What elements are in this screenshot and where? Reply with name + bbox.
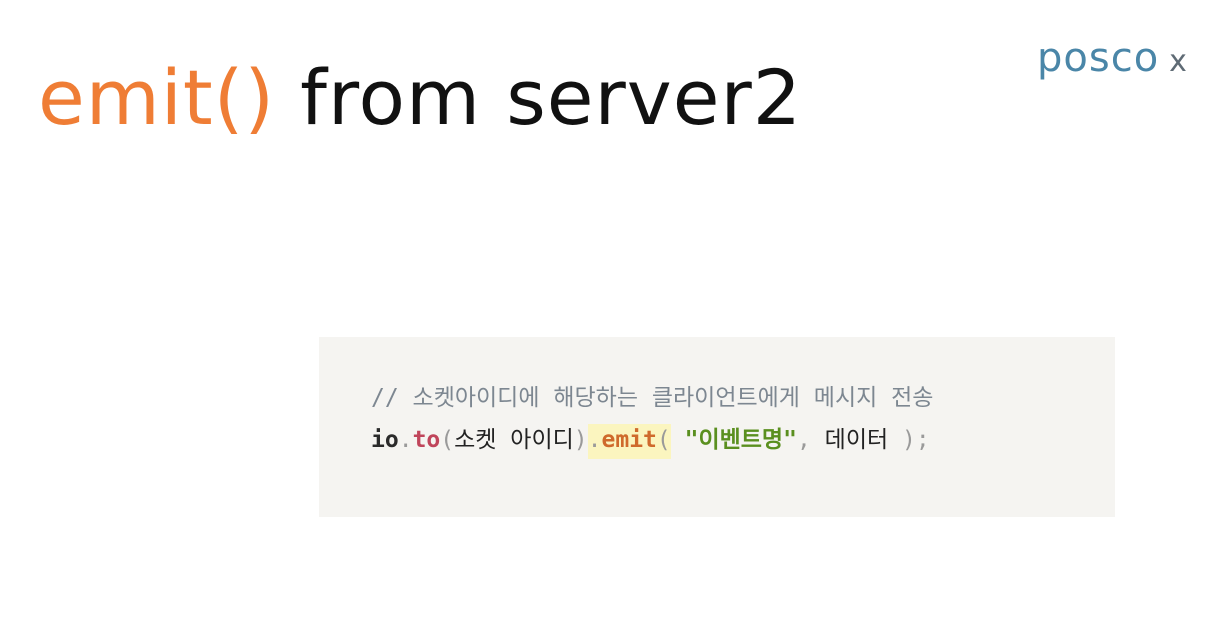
code-paren-open: ( [440, 427, 455, 453]
code-dot-emit: . [587, 427, 602, 453]
code-event-name-string: "이벤트명" [684, 427, 797, 453]
code-paren-open-emit: ( [656, 427, 671, 453]
slide: emit() from server2 posco x // 소켓아이디에 해당하… [0, 0, 1214, 640]
code-block: // 소켓아이디에 해당하는 클라이언트에게 메시지 전송 io.to(소켓 아… [319, 337, 1115, 517]
code-socket-id-arg: 소켓 아이디 [454, 427, 574, 453]
title-rest: from server2 [275, 53, 803, 142]
code-method-to: to [412, 427, 441, 453]
posco-logo: posco x [1037, 30, 1188, 90]
logo-suffix: x [1169, 44, 1188, 79]
code-comma: , [796, 427, 811, 453]
code-comment: // 소켓아이디에 해당하는 클라이언트에게 메시지 전송 [371, 385, 934, 411]
code-dot: . [398, 427, 413, 453]
code-line-emit: io.to(소켓 아이디).emit( "이벤트명", 데이터 ); [371, 421, 930, 459]
code-method-emit: emit [601, 427, 657, 453]
code-data-arg: 데이터 [810, 427, 902, 453]
emit-highlight: .emit( [587, 424, 671, 459]
logo-text: posco [1037, 35, 1160, 81]
slide-title: emit() from server2 [38, 48, 802, 148]
code-end: ); [902, 427, 930, 453]
code-paren-close: ) [573, 427, 588, 453]
code-io: io [371, 427, 399, 453]
title-accent: emit() [38, 53, 276, 142]
